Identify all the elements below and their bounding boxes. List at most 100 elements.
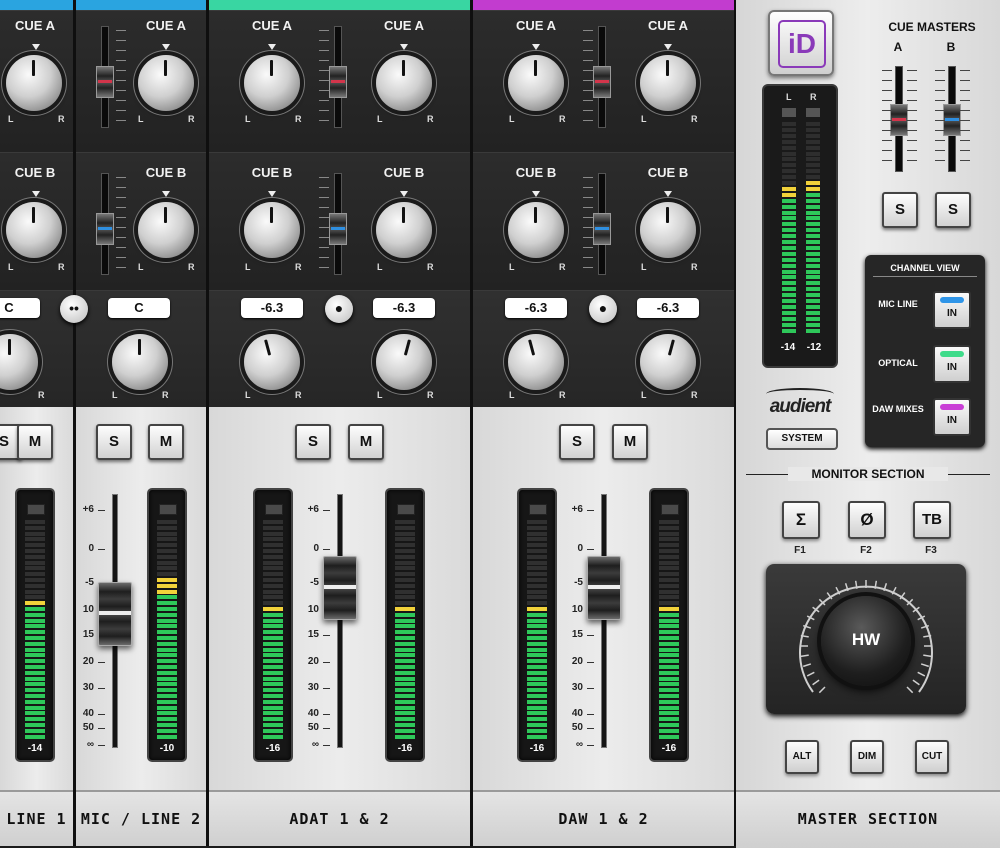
fader-scale-label: 10 [571, 604, 583, 615]
volume-fader-cap[interactable] [323, 556, 357, 620]
meter-segment [25, 589, 45, 594]
meter-segment [263, 554, 283, 559]
meter-segment [527, 705, 547, 710]
mic-line-view-button[interactable]: IN [933, 291, 971, 329]
meter-segment [782, 304, 796, 309]
mute-button[interactable]: M [348, 424, 384, 460]
cue-b-send-knob-right[interactable] [376, 202, 432, 258]
meter-segment [782, 169, 796, 174]
pan-value-right[interactable]: -6.3 [637, 298, 699, 318]
meter-segment [782, 287, 796, 292]
optical-view-button[interactable]: IN [933, 345, 971, 383]
cue-b-send-knob[interactable] [138, 202, 194, 258]
meter-segment [659, 549, 679, 553]
mute-button[interactable]: M [17, 424, 53, 460]
cue-b-send-knob-left[interactable] [508, 202, 564, 258]
cue-b-send-knob-left[interactable] [244, 202, 300, 258]
encoder-scale-tick [812, 679, 820, 686]
meter-segment [659, 694, 679, 698]
meter-segment [806, 287, 820, 292]
solo-button[interactable]: S [559, 424, 595, 460]
volume-fader-cap[interactable] [98, 582, 132, 646]
mute-button[interactable]: M [148, 424, 184, 460]
cue-b-fader-cap[interactable] [593, 213, 611, 245]
chain-link-icon[interactable]: •• [60, 295, 88, 323]
meter-segment [263, 728, 283, 733]
volume-fader-track[interactable] [337, 494, 343, 748]
pan-value[interactable]: C [0, 298, 40, 318]
cue-a-fader-cap[interactable] [329, 66, 347, 98]
cue-a-fader-cap[interactable] [96, 66, 114, 98]
cue-a-label: CUE A [252, 18, 292, 33]
meter-segment [782, 234, 796, 239]
cue-b-send-knob-right[interactable] [640, 202, 696, 258]
pan-knob[interactable] [112, 334, 168, 390]
pan-value-left[interactable]: -6.3 [241, 298, 303, 318]
pan-value-right[interactable]: -6.3 [373, 298, 435, 318]
solo-button[interactable]: S [295, 424, 331, 460]
dim-button[interactable]: DIM [850, 740, 884, 774]
level-meter-right: -16 [649, 488, 689, 762]
cue-a-send-knob-left[interactable] [508, 55, 564, 111]
meter-segment [25, 618, 45, 623]
volume-fader-track[interactable] [601, 494, 607, 748]
cue-b-send-knob[interactable] [6, 202, 62, 258]
cue-a-send-knob-right[interactable] [376, 55, 432, 111]
meter-segment [527, 531, 547, 536]
meter-segment [157, 560, 177, 565]
meter-segment [263, 659, 283, 664]
meter-segment [157, 601, 177, 606]
cue-master-a-solo-button[interactable]: S [882, 192, 918, 228]
meter-segment [527, 711, 547, 716]
meter-segment [527, 641, 547, 646]
cut-button[interactable]: CUT [915, 740, 949, 774]
meter-segment [263, 525, 283, 530]
cue-a-fader-cap[interactable] [593, 66, 611, 98]
fader-scale-label: ∞ [86, 739, 94, 750]
pan-value-left[interactable]: -6.3 [505, 298, 567, 318]
meter-segment [157, 543, 177, 548]
pan-knob-right[interactable] [640, 334, 696, 390]
cue-a-send-knob[interactable] [6, 55, 62, 111]
cue-master-b-fader-cap[interactable] [943, 104, 961, 136]
meter-segment [782, 139, 796, 144]
fader-scale-tick [98, 549, 105, 550]
daw-mixes-view-button[interactable]: IN [933, 398, 971, 436]
system-button[interactable]: SYSTEM [766, 428, 838, 450]
chain-link-icon[interactable]: ● [589, 295, 617, 323]
fader-scale-tick [587, 688, 594, 689]
channel-name-bar: DAW 1 & 2 [473, 790, 734, 846]
meter-segment [263, 630, 283, 635]
cue-a-send-knob-right[interactable] [640, 55, 696, 111]
master-meter-left-value: -14 [780, 342, 796, 353]
meter-segment [395, 560, 415, 565]
phase-button[interactable]: Ø [848, 501, 886, 539]
pan-knob-left[interactable] [244, 334, 300, 390]
volume-fader-cap[interactable] [587, 556, 621, 620]
meter-segment [806, 186, 820, 191]
cue-a-send-knob-left[interactable] [244, 55, 300, 111]
cue-master-a-fader-cap[interactable] [890, 104, 908, 136]
cue-a-send-knob[interactable] [138, 55, 194, 111]
cue-b-fader-cap[interactable] [329, 213, 347, 245]
solo-button[interactable]: S [96, 424, 132, 460]
meter-segment [659, 537, 679, 542]
meter-segment [25, 699, 45, 704]
alt-button[interactable]: ALT [785, 740, 819, 774]
monitor-volume-encoder[interactable]: HW [821, 596, 911, 686]
pan-value[interactable]: C [108, 298, 170, 318]
meter-segment [263, 705, 283, 710]
pan-knob-right[interactable] [376, 334, 432, 390]
chain-link-icon[interactable]: ● [325, 295, 353, 323]
mute-button[interactable]: M [612, 424, 648, 460]
meter-segment [395, 688, 415, 693]
fader-scale-tick [323, 549, 330, 550]
meter-segment [527, 670, 547, 675]
sum-button[interactable]: Σ [782, 501, 820, 539]
cue-master-b-solo-button[interactable]: S [935, 192, 971, 228]
pan-knob-left[interactable] [508, 334, 564, 390]
cue-b-fader-cap[interactable] [96, 213, 114, 245]
center-marker-icon [400, 44, 408, 50]
talkback-button[interactable]: TB [913, 501, 951, 539]
id-logo-button[interactable]: iD [768, 10, 834, 76]
